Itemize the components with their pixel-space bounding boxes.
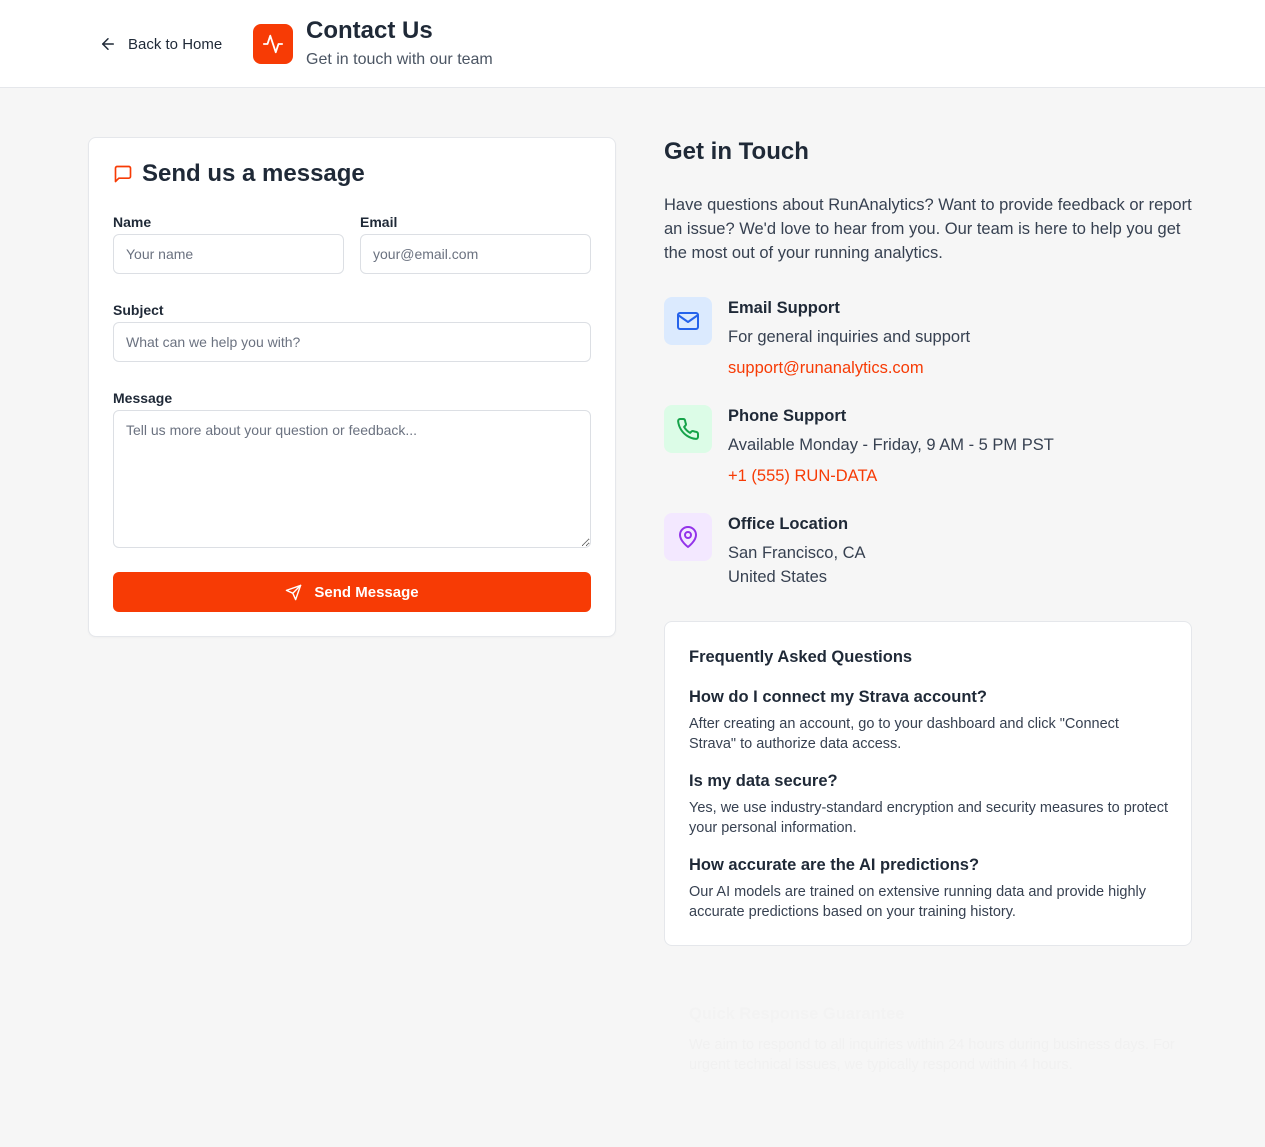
get-in-touch-intro: Have questions about RunAnalytics? Want … <box>664 196 1192 262</box>
office-location-line1: San Francisco, CA <box>728 544 866 562</box>
subject-label: Subject <box>113 302 164 318</box>
message-square-icon <box>114 165 132 183</box>
email-support-icon-box <box>664 297 712 345</box>
send-icon <box>286 584 302 600</box>
office-location-title: Office Location <box>728 515 849 533</box>
name-input[interactable] <box>113 234 344 274</box>
form-title-label: Send us a message <box>142 160 365 187</box>
phone-icon <box>677 418 700 440</box>
subject-input[interactable] <box>113 322 591 362</box>
faq-question: How do I connect my Strava account? <box>689 688 987 706</box>
phone-support-text: Available Monday - Friday, 9 AM - 5 PM P… <box>728 436 1054 454</box>
activity-icon <box>262 34 284 54</box>
faq-title: Frequently Asked Questions <box>689 648 913 666</box>
response-guarantee-title: Quick Response Guarantee <box>689 1005 905 1023</box>
form-title: Send us a message <box>113 158 365 190</box>
phone-support-icon-box <box>664 405 712 453</box>
back-to-home-link[interactable]: Back to Home <box>99 33 222 55</box>
faq-question: Is my data secure? <box>689 772 838 790</box>
office-location-line2: United States <box>728 568 828 586</box>
phone-support-title: Phone Support <box>728 407 847 425</box>
email-support-text: For general inquiries and support <box>728 328 971 346</box>
message-textarea[interactable] <box>113 410 591 548</box>
get-in-touch-title: Get in Touch <box>664 138 809 165</box>
page-subtitle: Get in touch with our team <box>306 51 493 68</box>
faq-answer: Yes, we use industry-standard encryption… <box>689 800 1169 836</box>
response-guarantee-text: We aim to respond to all inquiries withi… <box>689 1037 1175 1073</box>
message-form-card <box>88 137 616 637</box>
faq-answer: Our AI models are trained on extensive r… <box>689 884 1147 920</box>
send-message-button[interactable]: Send Message <box>113 572 591 612</box>
page-title: Contact Us <box>306 17 433 44</box>
arrow-left-icon <box>102 38 114 50</box>
activity-logo <box>253 24 293 64</box>
faq-question: How accurate are the AI predictions? <box>689 856 980 874</box>
email-support-title: Email Support <box>728 299 840 317</box>
email-input[interactable] <box>360 234 591 274</box>
name-label: Name <box>113 214 152 230</box>
email-label: Email <box>360 214 398 230</box>
office-location-icon-box <box>664 513 712 561</box>
map-pin-icon <box>679 526 697 548</box>
message-label: Message <box>113 390 173 406</box>
page-header: Back to Home Contact Us Get in touch wit… <box>0 0 1265 88</box>
back-to-home-label: Back to Home <box>128 35 223 53</box>
faq-answer: After creating an account, go to your da… <box>689 716 1119 752</box>
support-phone-link[interactable]: +1 (555) RUN-DATA <box>728 467 877 486</box>
support-email-link[interactable]: support@runanalytics.com <box>728 359 924 378</box>
mail-icon <box>677 312 699 330</box>
send-message-label: Send Message <box>314 583 419 601</box>
